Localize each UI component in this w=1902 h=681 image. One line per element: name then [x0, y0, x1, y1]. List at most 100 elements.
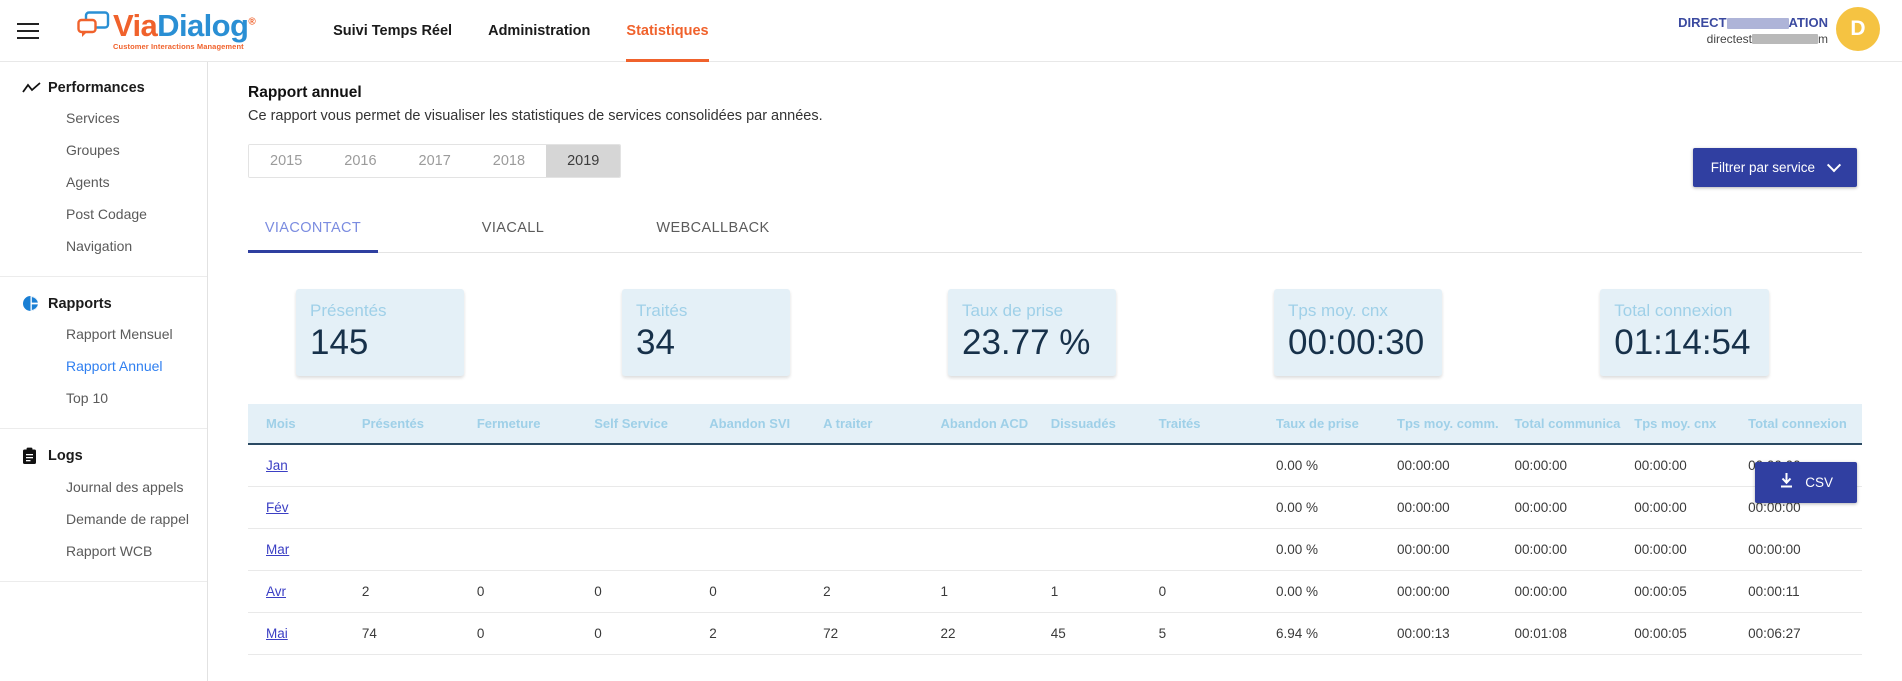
- user-account-area[interactable]: DIRECT ATION directest m D: [1678, 7, 1880, 51]
- cell-self-service: [594, 444, 710, 488]
- avatar[interactable]: D: [1836, 7, 1880, 51]
- kpi-value: 23.77 %: [962, 323, 1091, 362]
- sidebar-group-header-rapports[interactable]: Rapports: [0, 289, 207, 318]
- cell-tps-moy-cnx: 00:00:05: [1634, 612, 1749, 656]
- cell-abandon-svi: 2: [709, 612, 824, 656]
- cell-a-traiter: 2: [823, 570, 941, 614]
- month-link-avr[interactable]: Avr: [266, 584, 286, 599]
- month-link-jan[interactable]: Jan: [266, 458, 288, 473]
- column-header-taux-de-prise[interactable]: Taux de prise: [1276, 404, 1398, 446]
- column-header-tps-moy-comm[interactable]: Tps moy. comm.: [1397, 404, 1515, 446]
- column-header-total-communica[interactable]: Total communica: [1514, 404, 1635, 446]
- nav-item-administration[interactable]: Administration: [488, 0, 590, 62]
- trend-line-icon: [22, 81, 48, 95]
- table-row: Avr 2 0 0 0 2 1 1 0 0.00 % 00:00:00 00:0…: [248, 570, 1862, 614]
- sidebar-item-groupes[interactable]: Groupes: [0, 134, 207, 166]
- cell-dissuades: [1050, 528, 1159, 572]
- month-link-mar[interactable]: Mar: [266, 542, 289, 557]
- annual-report-table: Mois Présentés Fermeture Self Service Ab…: [248, 404, 1862, 656]
- column-header-a-traiter[interactable]: A traiter: [823, 404, 941, 446]
- sidebar-item-agents[interactable]: Agents: [0, 166, 207, 198]
- sidebar-group-label: Performances: [48, 80, 145, 96]
- year-selector: 2015 2016 2017 2018 2019: [248, 144, 622, 178]
- filter-by-service-button[interactable]: Filtrer par service: [1692, 148, 1857, 187]
- kpi-value: 01:14:54: [1614, 323, 1751, 362]
- download-icon: [1779, 473, 1794, 492]
- table-header-row: Mois Présentés Fermeture Self Service Ab…: [248, 404, 1862, 446]
- kpi-label: Taux de prise: [962, 301, 1064, 320]
- kpi-card-total-connexion: Total connexion 01:14:54: [1600, 289, 1769, 377]
- tab-webcallback[interactable]: WEBCALLBACK: [648, 208, 778, 252]
- viadialog-logo[interactable]: ViaDialog® Customer Interactions Managem…: [77, 8, 256, 51]
- logo-text-via: Via: [113, 8, 158, 43]
- sidebar-item-navigation[interactable]: Navigation: [0, 230, 207, 262]
- kpi-card-tps-moy-cnx: Tps moy. cnx 00:00:30: [1274, 289, 1443, 377]
- column-header-mois[interactable]: Mois: [248, 404, 362, 446]
- hamburger-icon[interactable]: [17, 22, 39, 39]
- tab-viacall[interactable]: VIACALL: [448, 208, 578, 252]
- year-button-2015[interactable]: 2015: [249, 145, 324, 177]
- cell-a-traiter: [823, 528, 941, 572]
- sidebar-group-label: Rapports: [48, 295, 112, 312]
- year-button-2017[interactable]: 2017: [397, 145, 472, 177]
- nav-item-statistiques[interactable]: Statistiques: [626, 0, 709, 62]
- sidebar-item-journal-des-appels[interactable]: Journal des appels: [0, 471, 207, 503]
- page-title: Rapport annuel: [248, 84, 362, 101]
- cell-a-traiter: [823, 486, 941, 530]
- year-button-2018[interactable]: 2018: [471, 145, 547, 177]
- cell-taux-de-prise: 0.00 %: [1276, 486, 1398, 530]
- sidebar-item-top-10[interactable]: Top 10: [0, 382, 207, 414]
- report-tabs: VIACONTACT VIACALL WEBCALLBACK: [248, 208, 1862, 253]
- column-header-tps-moy-cnx[interactable]: Tps moy. cnx: [1634, 404, 1749, 446]
- nav-item-suivi-temps-reel[interactable]: Suivi Temps Réel: [333, 0, 452, 62]
- tab-viacontact[interactable]: VIACONTACT: [248, 208, 378, 253]
- kpi-card-row: Présentés 145 Traités 34 Taux de prise 2…: [248, 289, 1862, 377]
- cell-presentes: [361, 528, 477, 572]
- cell-fermeture: [476, 528, 595, 572]
- cell-total-communica: 00:00:00: [1514, 528, 1635, 572]
- column-header-dissuades[interactable]: Dissuadés: [1050, 404, 1159, 446]
- sidebar-item-rapport-wcb[interactable]: Rapport WCB: [0, 535, 207, 567]
- cell-fermeture: [476, 486, 595, 530]
- month-link-mai[interactable]: Mai: [266, 626, 288, 641]
- sidebar-item-services[interactable]: Services: [0, 102, 207, 134]
- export-csv-button[interactable]: CSV: [1755, 462, 1857, 503]
- cell-self-service: [594, 486, 710, 530]
- column-header-fermeture[interactable]: Fermeture: [476, 404, 595, 446]
- column-header-abandon-acd[interactable]: Abandon ACD: [940, 404, 1051, 446]
- column-header-self-service[interactable]: Self Service: [594, 404, 710, 446]
- cell-abandon-acd: 22: [940, 612, 1051, 656]
- kpi-card-traites: Traités 34: [622, 289, 790, 377]
- cell-tps-moy-comm: 00:00:00: [1397, 570, 1515, 614]
- logo-text-dialog: Dialog: [157, 8, 249, 43]
- column-header-presentes[interactable]: Présentés: [361, 404, 477, 446]
- column-header-traites[interactable]: Traités: [1158, 404, 1277, 446]
- kpi-label: Présentés: [310, 301, 387, 320]
- cell-dissuades: 45: [1050, 612, 1159, 656]
- cell-total-communica: 00:00:00: [1514, 570, 1635, 614]
- sidebar-group-header-logs[interactable]: Logs: [0, 441, 207, 471]
- table-header: Mois Présentés Fermeture Self Service Ab…: [248, 404, 1862, 446]
- table-row: Fév 0.00 % 00:00:00 00:00:00 00:00:00 00…: [248, 486, 1862, 530]
- cell-abandon-svi: [709, 486, 824, 530]
- cell-tps-moy-comm: 00:00:00: [1397, 486, 1515, 530]
- year-button-2016[interactable]: 2016: [323, 145, 398, 177]
- column-header-abandon-svi[interactable]: Abandon SVI: [709, 404, 824, 446]
- cell-total-communica: 00:00:00: [1514, 486, 1635, 530]
- table-row: Mai 74 0 0 2 72 22 45 5 6.94 % 00:00:13 …: [248, 612, 1862, 656]
- column-header-total-connexion[interactable]: Total connexion: [1748, 404, 1862, 446]
- sidebar-item-rapport-annuel[interactable]: Rapport Annuel: [0, 350, 207, 382]
- sidebar: Performances Services Groupes Agents Pos…: [0, 62, 208, 681]
- sidebar-item-rapport-mensuel[interactable]: Rapport Mensuel: [0, 318, 207, 350]
- cell-self-service: 0: [594, 612, 710, 656]
- sidebar-item-demande-de-rappel[interactable]: Demande de rappel: [0, 503, 207, 535]
- primary-navigation: Suivi Temps Réel Administration Statisti…: [333, 0, 745, 62]
- logo-tagline: Customer Interactions Management: [113, 42, 244, 51]
- sidebar-item-post-codage[interactable]: Post Codage: [0, 198, 207, 230]
- clipboard-icon: [22, 447, 48, 465]
- month-link-fev[interactable]: Fév: [266, 500, 289, 515]
- year-button-2019[interactable]: 2019: [546, 145, 621, 177]
- sidebar-group-header-performances[interactable]: Performances: [0, 74, 207, 102]
- cell-presentes: 2: [361, 570, 477, 614]
- cell-tps-moy-comm: 00:00:13: [1397, 612, 1515, 656]
